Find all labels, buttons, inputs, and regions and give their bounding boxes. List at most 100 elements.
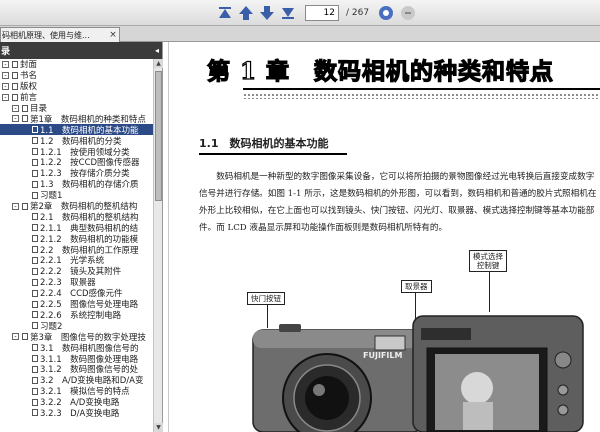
bookmark-icon xyxy=(32,246,38,254)
bookmark-item[interactable]: 1.1 数码相机的基本功能 xyxy=(0,124,153,136)
bookmark-item[interactable]: 3.1.2 数码图像信号的处 xyxy=(0,364,153,375)
bookmark-icon xyxy=(12,71,18,79)
bookmark-item[interactable]: - 目录 xyxy=(0,103,153,114)
bookmark-icon xyxy=(32,311,38,319)
bookmark-item[interactable]: 习题1 xyxy=(0,190,153,201)
panel-header: 录 ◂ xyxy=(0,42,162,59)
bookmark-item[interactable]: 2.1.1 典型数码相机的结 xyxy=(0,222,153,234)
collapse-panel-icon[interactable]: ◂ xyxy=(155,46,159,55)
bookmark-item[interactable]: 1.2 数码相机的分类 xyxy=(0,135,153,147)
bookmark-item[interactable]: 3.1 数码相机图像信号的 xyxy=(0,342,153,354)
bookmark-icon xyxy=(32,267,38,275)
page-navigation: / 267 xyxy=(216,4,416,22)
chapter-dots xyxy=(243,93,600,99)
expander-icon[interactable]: - xyxy=(12,202,19,210)
document-page: 第 1 章 数码相机的种类和特点 1.1 数码相机的基本功能 数码相机是一种新型… xyxy=(168,42,600,432)
bookmark-icon xyxy=(32,300,38,308)
bookmark-icon xyxy=(12,82,18,90)
bookmark-item[interactable]: 1.2.1 按使用领域分类 xyxy=(0,146,153,158)
bookmark-icon xyxy=(32,191,38,199)
bookmark-item[interactable]: - 书名 xyxy=(0,70,153,81)
toolbar: / 267 xyxy=(0,0,600,26)
bookmark-item[interactable]: 2.1.2 数码相机的功能模 xyxy=(0,233,153,245)
bookmark-label: 3.2.3 D/A变换电路 xyxy=(40,408,120,419)
bookmark-icon xyxy=(32,126,38,134)
expander-icon[interactable]: - xyxy=(12,115,19,123)
bookmark-item[interactable]: 2.2.5 图像信号处理电路 xyxy=(0,299,153,310)
bookmark-item[interactable]: 2.2 数码相机的工作原理 xyxy=(0,244,153,256)
first-page-button[interactable] xyxy=(216,4,234,22)
previous-page-icon xyxy=(239,6,253,20)
bookmark-icon xyxy=(32,235,38,243)
bookmark-item[interactable]: 1.2.2 按CCD图像传感器 xyxy=(0,157,153,168)
zoom-in-icon xyxy=(379,6,394,20)
panel-title: 录 xyxy=(1,47,11,57)
bookmark-icon xyxy=(32,213,38,221)
bookmark-item[interactable]: 3.2.2 A/D变换电路 xyxy=(0,397,153,408)
bookmark-icon xyxy=(12,60,18,68)
bookmark-icon xyxy=(32,289,38,297)
bookmark-tree: - 封面 - 书名 - 版权 - 前言 - 目录 - 第1章 数码相机的种类和特点 1.1 数码相机的基… xyxy=(0,59,153,432)
scroll-thumb[interactable] xyxy=(155,71,162,201)
tab-strip: 码相机原理、使用与维... × xyxy=(0,26,600,42)
bookmark-item[interactable]: 2.2.4 CCD感像元件 xyxy=(0,288,153,299)
chapter-title: 第 1 章 数码相机的种类和特点 xyxy=(206,57,555,85)
bookmark-item[interactable]: 2.1 数码相机的整机结构 xyxy=(0,211,153,223)
panel-scrollbar[interactable]: ▲ ▼ xyxy=(153,59,163,432)
bookmark-item[interactable]: 1.2.3 按存储介质分类 xyxy=(0,168,153,179)
expander-icon[interactable]: - xyxy=(2,60,9,68)
expander-icon[interactable]: - xyxy=(12,333,19,341)
bookmark-item[interactable]: 3.2.1 模拟信号的特点 xyxy=(0,386,153,397)
page-number-input[interactable] xyxy=(305,5,339,21)
bookmark-item[interactable]: 1.3 数码相机的存储介质 xyxy=(0,179,153,190)
last-page-button[interactable] xyxy=(279,4,297,22)
bookmark-item[interactable]: - 前言 xyxy=(0,92,153,103)
bookmark-item[interactable]: - 版权 xyxy=(0,81,153,92)
last-page-icon xyxy=(282,8,294,19)
zoom-in-button[interactable] xyxy=(378,5,394,21)
expander-icon[interactable]: - xyxy=(2,82,9,90)
zoom-out-icon xyxy=(401,6,416,20)
tab-document[interactable]: 码相机原理、使用与维... × xyxy=(0,27,120,42)
bookmark-item[interactable]: - 封面 xyxy=(0,59,153,70)
bookmark-icon xyxy=(32,387,38,395)
first-page-icon xyxy=(219,7,231,18)
bookmark-icon xyxy=(32,158,38,166)
scroll-down-icon[interactable]: ▼ xyxy=(154,423,163,432)
bookmark-item[interactable]: 3.2.3 D/A变换电路 xyxy=(0,408,153,419)
bookmark-icon xyxy=(32,354,38,362)
bookmark-item[interactable]: 2.2.2 镜头及其附件 xyxy=(0,266,153,277)
next-page-icon xyxy=(260,6,274,20)
bookmark-item[interactable]: - 第3章 图像信号的数字处理技 xyxy=(0,331,153,343)
bookmark-icon xyxy=(32,169,38,177)
next-page-button[interactable] xyxy=(258,4,276,22)
bookmark-item[interactable]: - 第2章 数码相机的整机结构 xyxy=(0,201,153,212)
bookmark-item[interactable]: 2.2.3 取景器 xyxy=(0,277,153,288)
bookmark-item[interactable]: 2.2.6 系统控制电路 xyxy=(0,309,153,321)
bookmark-icon xyxy=(32,398,38,406)
bookmark-item[interactable]: - 第1章 数码相机的种类和特点 xyxy=(0,113,153,125)
tab-title: 码相机原理、使用与维... xyxy=(2,30,90,40)
camera-illustration: FUJIFILM xyxy=(252,315,584,432)
camera-figure: 快门按钮 取景器 模式选择 控制键 FUJIFILM xyxy=(245,250,600,432)
bookmark-icon xyxy=(32,376,38,384)
bookmark-item[interactable]: 3.2 A/D变换电路和D/A变 xyxy=(0,375,153,386)
zoom-out-button[interactable] xyxy=(400,5,416,21)
bookmark-icon xyxy=(12,93,18,101)
expander-icon[interactable]: - xyxy=(2,71,9,79)
bookmark-icon xyxy=(32,278,38,286)
expander-icon[interactable]: - xyxy=(12,104,19,112)
bookmark-icon xyxy=(32,344,38,352)
bookmark-icon xyxy=(22,104,28,112)
scroll-up-icon[interactable]: ▲ xyxy=(154,59,163,68)
bookmark-icon xyxy=(32,256,38,264)
bookmark-icon xyxy=(32,180,38,188)
camera-brand: FUJIFILM xyxy=(363,351,402,360)
bookmark-icon xyxy=(22,333,28,341)
close-icon[interactable]: × xyxy=(107,30,119,40)
bookmark-item[interactable]: 2.2.1 光学系统 xyxy=(0,255,153,266)
previous-page-button[interactable] xyxy=(237,4,255,22)
bookmark-item[interactable]: 3.1.1 数码图像处理电路 xyxy=(0,353,153,365)
bookmark-item[interactable]: 习题2 xyxy=(0,320,153,332)
expander-icon[interactable]: - xyxy=(2,93,9,101)
